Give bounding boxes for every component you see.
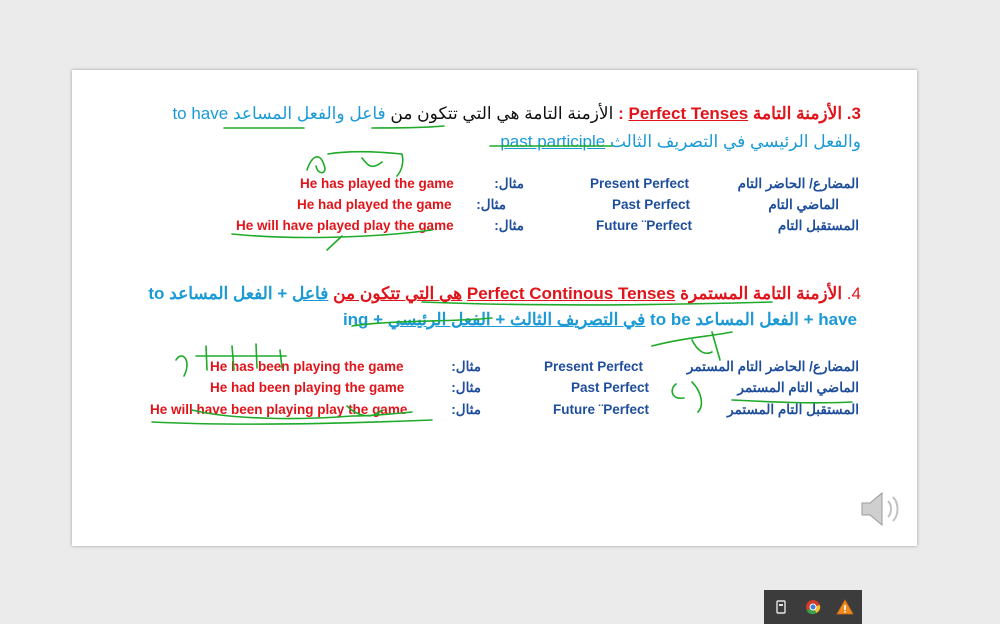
s4-row1-label: مثال: bbox=[451, 359, 481, 374]
section4-line2-aux-ar: الفعل المساعد bbox=[695, 310, 799, 329]
section4-number: 4. bbox=[846, 284, 861, 303]
section3-definition: الأزمنة التامة هي التي تتكون من bbox=[390, 104, 614, 123]
s4-row3-en: Future ¨Perfect bbox=[553, 402, 650, 417]
s3-row2-example: He had played the game bbox=[297, 197, 452, 212]
s4-row2-ar: الماضي التام المستمر bbox=[737, 380, 859, 395]
s3-row1-en: Present Perfect bbox=[590, 176, 690, 191]
section4-aux-ar: الفعل المساعد bbox=[169, 284, 273, 303]
section4-line2: have + الفعل المساعد to be في التصريف ال… bbox=[343, 310, 857, 330]
section4-line2-plus: + bbox=[803, 310, 814, 329]
s4-row1-ar: المضارع/ الحاضر التام المستمر bbox=[686, 359, 859, 374]
section4-title-ar: الأزمنة التامة المستمرة bbox=[680, 284, 843, 303]
section4-definition: هي التي تتكون من bbox=[333, 284, 463, 303]
section4-main-verb-ar: في التصريف الثالث + الفعل الرئيسي bbox=[387, 310, 646, 329]
section4-plus: + bbox=[277, 284, 288, 303]
s3-row3-label: مثال: bbox=[494, 218, 524, 233]
section4-ing: + ing bbox=[342, 310, 384, 329]
s4-row1-example-text: He has been playing the game bbox=[210, 359, 404, 374]
s4-row3-example-text: He will have been playing play the game bbox=[150, 402, 408, 417]
s3-row3-en: Future ¨Perfect bbox=[596, 218, 693, 233]
section4-title-en: Perfect Continous Tenses bbox=[466, 284, 676, 303]
section4-aux-en: to bbox=[148, 284, 165, 303]
section3-subject: فاعل bbox=[349, 104, 386, 123]
section3-title-ar: الأزمنة التامة bbox=[752, 104, 843, 123]
s4-row2-label: مثال: bbox=[451, 380, 481, 395]
section3-number: 3. bbox=[846, 104, 861, 123]
system-tray bbox=[764, 590, 862, 624]
s4-row3-ar: المستقبل التام المستمر bbox=[727, 402, 859, 417]
s3-row2-en: Past Perfect bbox=[612, 197, 691, 212]
s3-row3-ar: المستقبل التام bbox=[777, 218, 859, 233]
section3-heading: 3. الأزمنة التامة Perfect Tenses : الأزم… bbox=[172, 104, 861, 124]
section3-past-participle: past participle bbox=[500, 132, 606, 151]
s4-row3-example: He will have been playing play the game bbox=[150, 402, 407, 417]
s4-row1-en: Present Perfect bbox=[544, 359, 644, 374]
s3-row1-example: He has played the game bbox=[300, 176, 454, 191]
section3-line2: والفعل الرئيسي في التصريف الثالث past pa… bbox=[500, 132, 861, 152]
s3-row2-label: مثال: bbox=[476, 197, 506, 212]
s3-row2-example-text: He had played the game bbox=[297, 197, 452, 212]
s4-row2-en: Past Perfect bbox=[571, 380, 650, 395]
section3-aux-en: to have bbox=[172, 104, 229, 123]
s3-row3-example: He will have played play the game bbox=[236, 218, 454, 233]
section3-main-verb-ar: والفعل الرئيسي في التصريف الثالث bbox=[609, 132, 861, 151]
presentation-slide: 3. الأزمنة التامة Perfect Tenses : الأزم… bbox=[72, 70, 917, 546]
section4-have: have bbox=[818, 310, 857, 329]
section4-subject: فاعل bbox=[292, 284, 329, 303]
s3-row1-example-text: He has played the game bbox=[300, 176, 454, 191]
section4-to-be: to be bbox=[650, 310, 691, 329]
speaker-icon[interactable] bbox=[858, 489, 904, 529]
s4-row1-example: He has been playing the game bbox=[210, 359, 404, 374]
usb-device-icon[interactable] bbox=[772, 598, 790, 616]
s3-row1-label: مثال: bbox=[494, 176, 524, 191]
s3-row3-example-text: He will have played play the game bbox=[236, 218, 454, 233]
section3-aux-ar: والفعل المساعد bbox=[232, 104, 345, 123]
warning-icon[interactable] bbox=[836, 598, 854, 616]
s3-row1-ar: المضارع/ الحاضر التام bbox=[737, 176, 859, 191]
s3-row2-ar: الماضي التام bbox=[768, 197, 839, 212]
section4-heading: 4. الأزمنة التامة المستمرة Perfect Conti… bbox=[148, 284, 861, 304]
s4-row3-label: مثال: bbox=[451, 402, 481, 417]
section3-colon: : bbox=[618, 104, 624, 123]
s4-row2-example: He had been playing the game bbox=[210, 380, 404, 395]
s4-row2-example-text: He had been playing the game bbox=[210, 380, 405, 395]
section3-title-en: Perfect Tenses bbox=[628, 104, 749, 123]
chrome-icon[interactable] bbox=[804, 598, 822, 616]
